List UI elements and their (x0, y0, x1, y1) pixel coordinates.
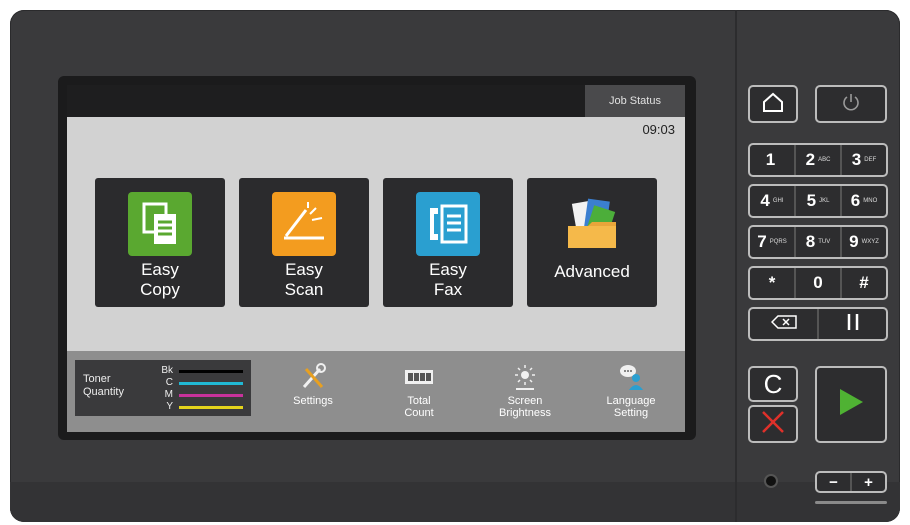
easy-fax-tile[interactable]: Easy Fax (383, 178, 513, 307)
settings-button[interactable]: Settings (273, 363, 353, 407)
fax-icon (416, 192, 480, 256)
toner-quantity[interactable]: Toner Quantity Bk C M Y (75, 360, 251, 416)
backspace-icon (770, 314, 797, 334)
volume-up-button[interactable]: + (852, 473, 885, 491)
total-count-button[interactable]: Total Count (379, 363, 459, 419)
easy-scan-tile[interactable]: Easy Scan (239, 178, 369, 307)
keypad-row-3: 7 PQRS 8 TUV 9 WXYZ (748, 225, 888, 259)
clear-button[interactable]: C (748, 366, 798, 402)
language-setting-button[interactable]: Language Setting (591, 363, 671, 419)
toner-m: M (159, 389, 249, 401)
home-button[interactable] (748, 85, 798, 123)
stop-x-icon (761, 410, 785, 439)
toner-bk: Bk (159, 365, 249, 377)
tile-label: Advanced (554, 262, 630, 281)
toner-y: Y (159, 401, 249, 413)
keypad-row-4: * 0 # (748, 266, 888, 300)
bottom-bar: Toner Quantity Bk C M Y Settings Total C… (67, 351, 685, 432)
key-2[interactable]: 2 ABC (796, 145, 842, 175)
keypad-row-5 (748, 307, 888, 341)
pause-icon (845, 313, 861, 336)
stop-button[interactable] (748, 405, 798, 443)
key-1[interactable]: 1 (750, 145, 796, 175)
keypad-row-2: 4 GHI 5 JKL 6 MNO (748, 184, 888, 218)
toner-label: Toner Quantity (83, 373, 124, 398)
language-icon (616, 363, 646, 391)
volume-down-button[interactable]: − (817, 473, 852, 491)
volume-control: − + (815, 471, 887, 493)
key-0[interactable]: 0 (796, 268, 842, 298)
scan-icon (272, 192, 336, 256)
tile-label: Easy Scan (284, 260, 324, 299)
keypad-row-1: 1 2 ABC 3 DEF (748, 143, 888, 177)
status-indicator-light (764, 474, 778, 488)
home-icon (761, 91, 785, 118)
tile-label: Easy Fax (429, 260, 467, 299)
key-8[interactable]: 8 TUV (796, 227, 842, 257)
key-hash[interactable]: # (842, 268, 886, 298)
touch-screen: Job Status 09:03 Easy Copy Easy Scan Eas… (67, 85, 685, 432)
pause-button[interactable] (819, 309, 886, 339)
advanced-tile[interactable]: Advanced (527, 178, 657, 307)
folder-icon (560, 192, 624, 256)
copy-icon (128, 192, 192, 256)
tile-label: Easy Copy (140, 260, 180, 299)
key-9[interactable]: 9 WXYZ (842, 227, 886, 257)
status-bar: Job Status (67, 85, 685, 117)
key-5[interactable]: 5 JKL (796, 186, 842, 216)
power-icon (841, 92, 861, 117)
start-button[interactable] (815, 366, 887, 443)
volume-indicator (815, 501, 887, 504)
easy-copy-tile[interactable]: Easy Copy (95, 178, 225, 307)
clock: 09:03 (642, 122, 675, 137)
panel-divider (735, 10, 737, 522)
backspace-button[interactable] (750, 309, 819, 339)
start-play-icon (838, 388, 864, 421)
key-4[interactable]: 4 GHI (750, 186, 796, 216)
key-6[interactable]: 6 MNO (842, 186, 886, 216)
job-status-button[interactable]: Job Status (585, 85, 685, 117)
power-button[interactable] (815, 85, 887, 123)
settings-icon (298, 363, 328, 391)
key-star[interactable]: * (750, 268, 796, 298)
screen-brightness-button[interactable]: Screen Brightness (485, 363, 565, 419)
key-3[interactable]: 3 DEF (842, 145, 886, 175)
counter-icon (404, 363, 434, 391)
key-7[interactable]: 7 PQRS (750, 227, 796, 257)
panel-lower-edge (10, 482, 900, 522)
brightness-icon (510, 363, 540, 391)
toner-c: C (159, 377, 249, 389)
